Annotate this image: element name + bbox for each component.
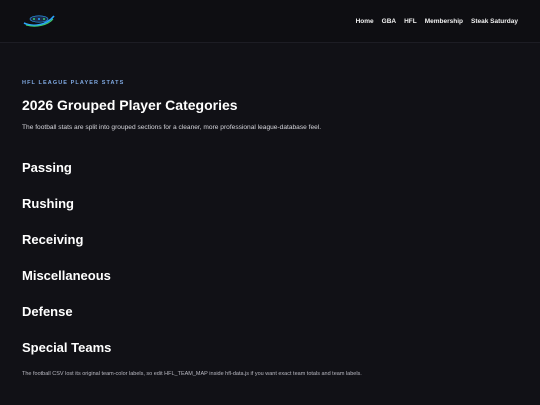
site-logo[interactable] [22,12,56,28]
category-rushing[interactable]: Rushing [22,196,74,211]
main-nav: Home GBA HFL Membership Steak Saturday [356,0,518,42]
nav-membership-link[interactable]: Membership [425,18,463,25]
category-miscellaneous[interactable]: Miscellaneous [22,268,111,283]
nav-hfl-link[interactable]: HFL [404,18,417,25]
top-navigation-bar: Home GBA HFL Membership Steak Saturday [0,0,540,43]
category-passing[interactable]: Passing [22,160,72,175]
footnote: The football CSV lost its original team-… [22,371,362,377]
page-intro: The football stats are split into groupe… [22,124,322,131]
category-special-teams[interactable]: Special Teams [22,340,111,355]
nav-steak-saturday-link[interactable]: Steak Saturday [471,18,518,25]
nav-gba-link[interactable]: GBA [382,18,396,25]
nav-home-link[interactable]: Home [356,18,374,25]
section-eyebrow: HFL LEAGUE PLAYER STATS [22,80,125,86]
page-title: 2026 Grouped Player Categories [22,97,238,113]
category-defense[interactable]: Defense [22,304,73,319]
category-receiving[interactable]: Receiving [22,232,83,247]
